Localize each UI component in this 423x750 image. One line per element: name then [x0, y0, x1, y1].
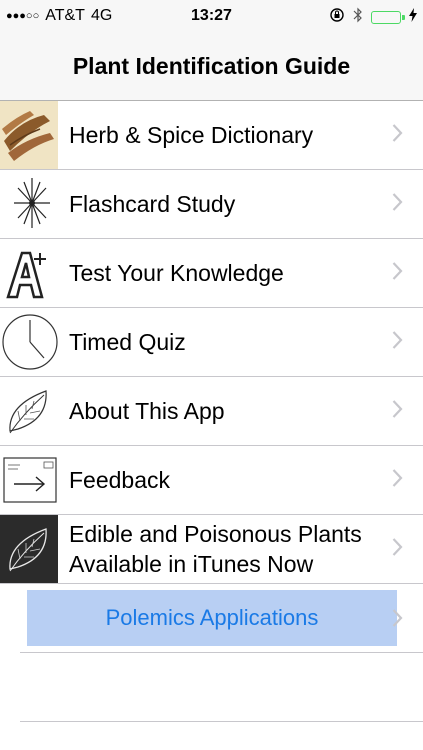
menu-item-test-your-knowledge[interactable]: Test Your Knowledge: [0, 239, 423, 308]
empty-row: [20, 653, 423, 722]
menu-item-label: Test Your Knowledge: [69, 260, 284, 286]
chevron-right-icon: [392, 262, 403, 280]
menu-item-label: Flashcard Study: [69, 191, 236, 217]
menu-item-herb-spice-dictionary[interactable]: Herb & Spice Dictionary: [0, 101, 423, 170]
menu-item-label: Herb & Spice Dictionary: [69, 122, 314, 148]
menu-item-label: Edible and Poisonous Plants Available in…: [69, 521, 362, 577]
menu-item-label: About This App: [69, 398, 225, 424]
a-plus-grade-icon: [0, 239, 58, 307]
menu-item-label: Feedback: [69, 467, 171, 493]
polemics-applications-button[interactable]: Polemics Applications: [27, 590, 397, 646]
leaf-sketch-icon: [0, 377, 58, 445]
leaf-dark-icon: [0, 515, 58, 583]
chevron-right-icon: [392, 400, 403, 418]
bluetooth-icon: [353, 7, 363, 27]
promo-row: Polemics Applications: [20, 584, 423, 653]
envelope-arrow-icon: [0, 446, 58, 514]
charging-bolt-icon: [409, 8, 417, 26]
chevron-right-icon: [392, 469, 403, 487]
menu-item-feedback[interactable]: Feedback: [0, 446, 423, 515]
navigation-bar: Plant Identification Guide: [0, 34, 423, 101]
status-right: [329, 7, 417, 27]
menu-item-timed-quiz[interactable]: Timed Quiz: [0, 308, 423, 377]
main-menu: Herb & Spice Dictionary Flashcard Study: [0, 101, 423, 722]
menu-item-flashcard-study[interactable]: Flashcard Study: [0, 170, 423, 239]
clock-icon: [0, 308, 58, 376]
rotation-lock-icon: [329, 7, 345, 27]
spices-photo-icon: [0, 101, 58, 169]
battery-icon: [371, 10, 405, 24]
chevron-right-icon: [392, 193, 403, 211]
sparkle-star-icon: [0, 170, 58, 238]
status-bar: ●●●○○ AT&T 4G 13:27: [0, 0, 423, 34]
chevron-right-icon: [392, 331, 403, 349]
menu-item-about-this-app[interactable]: About This App: [0, 377, 423, 446]
chevron-right-icon: [392, 538, 403, 556]
menu-item-label: Timed Quiz: [69, 329, 186, 355]
chevron-right-icon: [392, 124, 403, 142]
chevron-right-icon: [392, 609, 403, 627]
page-title: Plant Identification Guide: [72, 53, 351, 79]
menu-item-edible-poisonous-plants[interactable]: Edible and Poisonous Plants Available in…: [0, 515, 423, 584]
